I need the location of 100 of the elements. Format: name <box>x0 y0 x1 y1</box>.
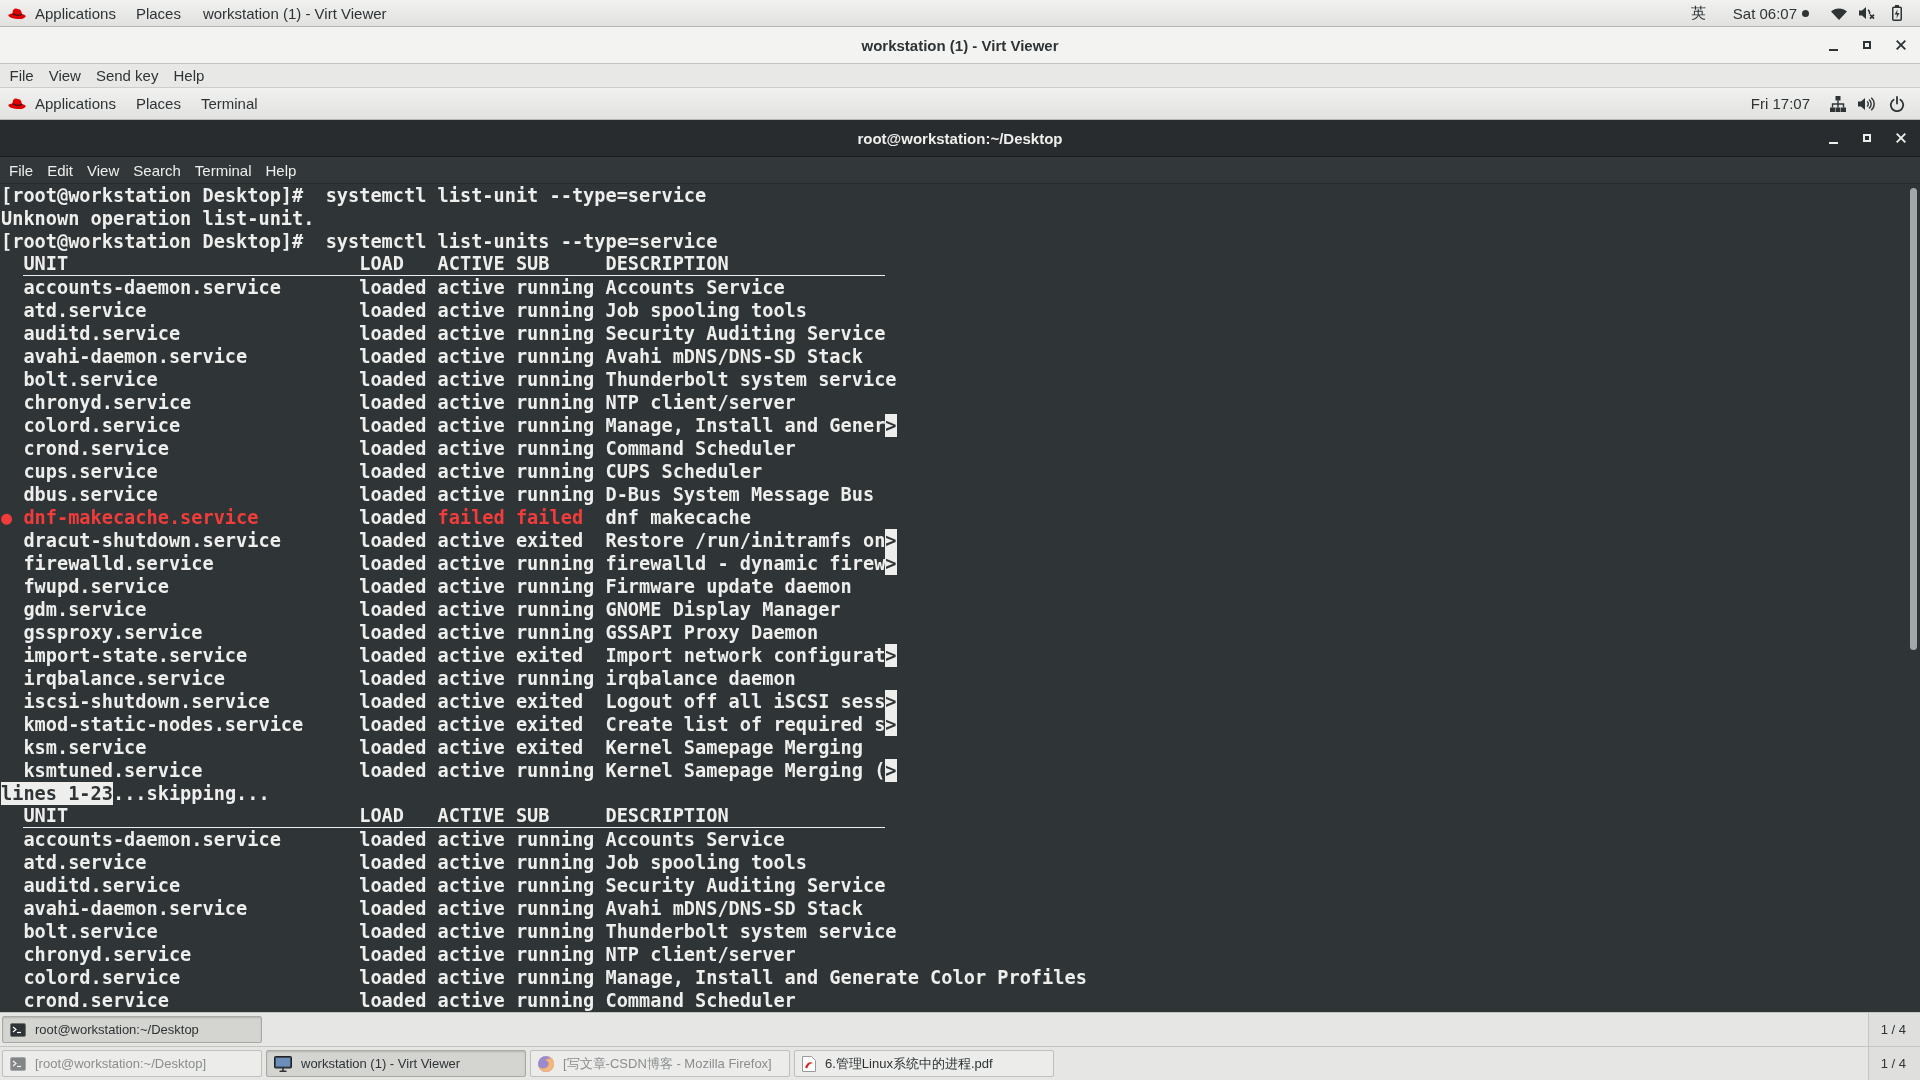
unit-name: colord.service <box>23 415 181 436</box>
menu-item[interactable]: Help <box>258 161 304 179</box>
workspace-indicator[interactable]: 1 / 4 <box>1867 1047 1920 1080</box>
load-state: loaded <box>359 898 427 919</box>
sub-state: running <box>515 668 595 689</box>
clock[interactable]: Fri 17:07 <box>1750 95 1810 112</box>
menu-item[interactable]: Send key <box>88 67 166 84</box>
terminal-icon <box>10 1021 26 1038</box>
sub-state: running <box>515 277 595 298</box>
column-header: LOAD <box>359 805 404 826</box>
truncation-mark: > <box>885 759 897 782</box>
input-method-indicator[interactable]: 英 <box>1690 3 1706 23</box>
menu-item[interactable]: File <box>2 161 41 179</box>
unit-name: auditd.service <box>23 875 181 896</box>
sub-state: running <box>515 898 595 919</box>
wifi-icon[interactable] <box>1831 6 1847 20</box>
load-state: loaded <box>359 622 427 643</box>
unit-name: auditd.service <box>23 323 181 344</box>
sub-state: running <box>515 392 595 413</box>
unit-description: Thunderbolt system service <box>605 368 897 391</box>
sub-state: exited <box>515 714 584 735</box>
load-state: loaded <box>359 691 427 712</box>
panel-menu[interactable]: Applications <box>35 95 116 112</box>
unit-name: iscsi-shutdown.service <box>23 691 270 712</box>
active-state: active <box>437 576 505 597</box>
unit-description: Avahi mDNS/DNS-SD Stack <box>605 897 863 920</box>
column-header: ACTIVE <box>437 805 505 826</box>
load-state: loaded <box>359 415 427 436</box>
minimize-icon <box>1828 142 1838 144</box>
menu-item[interactable]: Edit <box>40 161 81 179</box>
menu-item[interactable]: Help <box>165 67 212 84</box>
active-state: active <box>437 714 505 735</box>
unit-name: dnf-makecache.service <box>23 507 259 528</box>
pager-message: ...skipping... <box>112 782 270 805</box>
power-icon[interactable] <box>1889 95 1905 112</box>
truncation-mark: > <box>885 414 897 437</box>
sub-state: running <box>515 921 595 942</box>
unit-description: Avahi mDNS/DNS-SD Stack <box>605 345 863 368</box>
sub-state: running <box>515 323 595 344</box>
unit-description: Firmware update daemon <box>605 575 852 598</box>
unit-description: NTP client/server <box>605 943 796 966</box>
menu-item[interactable]: File <box>2 67 42 84</box>
battery-icon[interactable] <box>1892 5 1902 21</box>
active-state: active <box>437 415 505 436</box>
unit-description: Job spooling tools <box>605 299 807 322</box>
taskbar-window-button[interactable]: root@workstation:~/Desktop <box>2 1016 262 1043</box>
unit-name: dbus.service <box>23 484 158 505</box>
prompt: [root@workstation Desktop]# <box>1 184 304 207</box>
network-icon[interactable] <box>1830 95 1846 112</box>
muted-speaker-icon[interactable] <box>1859 6 1875 20</box>
sub-state: running <box>515 760 595 781</box>
panel-menu[interactable]: Terminal <box>200 95 258 112</box>
clock[interactable]: Sat 06:07 <box>1732 4 1797 22</box>
taskbar-window-button[interactable]: 6.管理Linux系统中的进程.pdf <box>794 1050 1054 1077</box>
unit-description: dnf makecache <box>605 506 751 529</box>
load-state: loaded <box>359 346 427 367</box>
notification-dot-icon <box>1802 9 1809 17</box>
truncation-mark: > <box>885 644 897 667</box>
app-menu[interactable]: workstation (1) - Virt Viewer <box>202 4 387 22</box>
unit-description: Kernel Samepage Merging ( <box>605 759 886 782</box>
unit-description: Restore /run/initramfs on <box>605 529 886 552</box>
hat-icon <box>8 6 26 20</box>
active-state: active <box>437 346 505 367</box>
taskbar-window-button[interactable]: workstation (1) - Virt Viewer <box>266 1050 526 1077</box>
prompt: [root@workstation Desktop]# <box>1 230 304 253</box>
menu-item[interactable]: Search <box>126 161 188 179</box>
load-state: loaded <box>359 944 427 965</box>
maximize-icon <box>1863 134 1871 142</box>
column-header: LOAD <box>359 253 404 274</box>
volume-icon[interactable] <box>1858 96 1875 111</box>
unit-description: Accounts Service <box>605 276 785 299</box>
unit-description: irqbalance daemon <box>605 667 796 690</box>
menu-item[interactable]: View <box>41 67 89 84</box>
unit-name: accounts-daemon.service <box>23 829 281 850</box>
unit-description: D-Bus System Message Bus <box>605 483 875 506</box>
unit-description: GNOME Display Manager <box>605 598 841 621</box>
output-line: Unknown operation list-unit. <box>1 207 315 230</box>
panel-menu[interactable]: Applications <box>35 4 116 22</box>
load-state: loaded <box>359 277 427 298</box>
load-state: loaded <box>359 737 427 758</box>
panel-menu[interactable]: Places <box>135 95 181 112</box>
workspace-indicator[interactable]: 1 / 4 <box>1867 1013 1920 1046</box>
menu-item[interactable]: View <box>80 161 127 179</box>
active-state: active <box>437 622 505 643</box>
truncation-mark: > <box>885 713 897 736</box>
close-icon <box>1896 40 1906 50</box>
scrollbar-thumb[interactable] <box>1909 188 1917 650</box>
panel-menu[interactable]: Places <box>135 4 181 22</box>
unit-name: atd.service <box>23 852 147 873</box>
menu-item[interactable]: Terminal <box>187 161 259 179</box>
minimize-icon <box>1828 49 1838 51</box>
active-state: active <box>437 944 505 965</box>
unit-description: Import network configurat <box>605 644 886 667</box>
load-state: loaded <box>359 392 427 413</box>
load-state: loaded <box>359 921 427 942</box>
sub-state: exited <box>515 691 584 712</box>
sub-state: running <box>515 852 595 873</box>
unit-name: firewalld.service <box>23 553 214 574</box>
unit-name: gdm.service <box>23 599 147 620</box>
active-state: active <box>437 484 505 505</box>
